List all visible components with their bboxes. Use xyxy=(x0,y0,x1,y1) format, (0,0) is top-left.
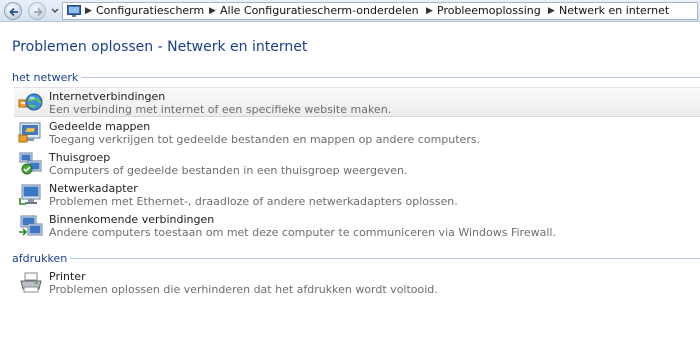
item-printer[interactable]: Printer Problemen oplossen die verhinder… xyxy=(14,268,700,298)
item-description: Computers of gedeelde bestanden in een t… xyxy=(49,164,408,177)
item-incoming-connections[interactable]: Binnenkomende verbindingen Andere comput… xyxy=(14,211,700,241)
item-description: Toegang verkrijgen tot gedeelde bestande… xyxy=(49,133,481,146)
item-title: Binnenkomende verbindingen xyxy=(49,213,215,226)
breadcrumb-separator-icon[interactable]: ▶ xyxy=(209,6,216,16)
address-bar: ▶ Configuratiescherm ▶ Alle Configuratie… xyxy=(0,0,700,22)
breadcrumb-separator-icon: ▶ xyxy=(85,6,92,16)
globe-connection-icon xyxy=(18,93,43,111)
breadcrumb-separator-icon[interactable]: ▶ xyxy=(426,6,433,16)
item-description: Een verbinding met internet of een speci… xyxy=(49,103,392,116)
item-shared-folders[interactable]: Gedeelde mappen Toegang verkrijgen tot g… xyxy=(14,118,700,148)
item-title: Netwerkadapter xyxy=(49,182,138,195)
group-header-printing: afdrukken xyxy=(12,252,700,266)
forward-arrow-icon xyxy=(34,7,43,17)
back-arrow-icon xyxy=(9,7,18,17)
item-internet-connections[interactable]: Internetverbindingen Een verbinding met … xyxy=(14,87,700,117)
item-description: Andere computers toestaan om met deze co… xyxy=(49,226,556,239)
recent-pages-dropdown[interactable] xyxy=(51,6,59,16)
item-homegroup[interactable]: Thuisgroep Computers of gedeelde bestand… xyxy=(14,149,700,179)
printer-icon xyxy=(20,272,42,293)
item-title: Printer xyxy=(49,270,86,283)
page-title: Problemen oplossen - Netwerk en internet xyxy=(12,39,308,55)
control-panel-icon xyxy=(67,5,81,17)
network-adapter-icon xyxy=(19,184,41,205)
item-description: Problemen oplossen die verhinderen dat h… xyxy=(49,283,438,296)
breadcrumb-troubleshooting[interactable]: Probleemoplossing xyxy=(437,4,541,18)
item-title: Gedeelde mappen xyxy=(49,120,151,133)
item-title: Internetverbindingen xyxy=(49,90,166,103)
group-label: het netwerk xyxy=(12,71,82,84)
item-title: Thuisgroep xyxy=(49,151,111,164)
incoming-connections-icon xyxy=(19,215,43,236)
item-network-adapter[interactable]: Netwerkadapter Problemen met Ethernet-, … xyxy=(14,180,700,210)
breadcrumb-all-items[interactable]: Alle Configuratiescherm-onderdelen xyxy=(220,4,419,18)
forward-button[interactable] xyxy=(28,2,46,20)
breadcrumb-separator-icon[interactable]: ▶ xyxy=(548,6,555,16)
back-button[interactable] xyxy=(4,2,22,20)
homegroup-icon xyxy=(19,152,42,175)
breadcrumb[interactable]: ▶ Configuratiescherm ▶ Alle Configuratie… xyxy=(62,2,698,20)
shared-folder-icon xyxy=(18,122,41,143)
group-label: afdrukken xyxy=(12,252,71,265)
breadcrumb-network-internet[interactable]: Netwerk en internet xyxy=(559,4,669,18)
group-header-network: het netwerk xyxy=(12,71,700,85)
breadcrumb-control-panel[interactable]: Configuratiescherm xyxy=(96,4,204,18)
item-description: Problemen met Ethernet-, draadloze of an… xyxy=(49,195,458,208)
